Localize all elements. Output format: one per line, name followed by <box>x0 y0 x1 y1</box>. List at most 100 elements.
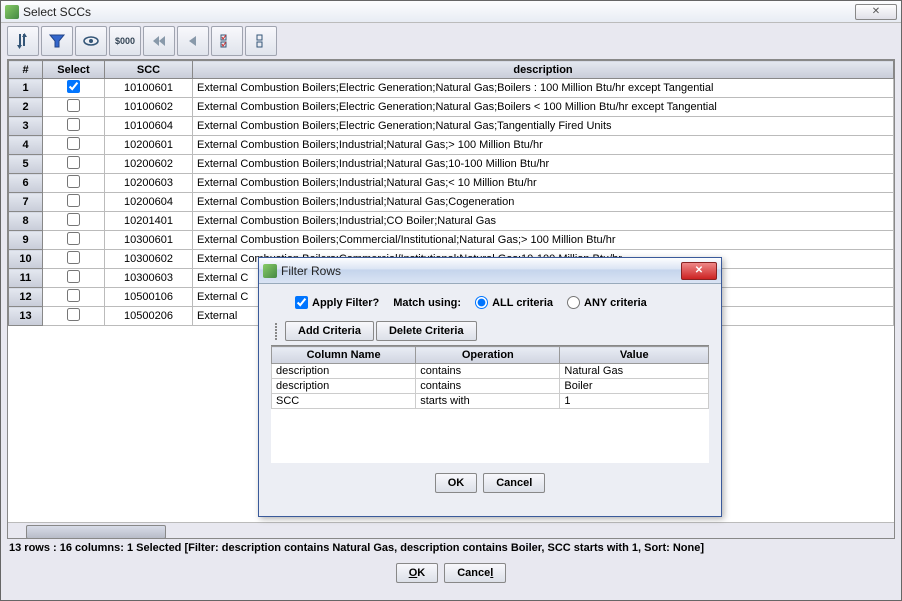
select-cell[interactable] <box>43 307 105 326</box>
dialog-close-button[interactable]: ✕ <box>681 262 717 280</box>
table-row[interactable]: 810201401External Combustion Boilers;Ind… <box>9 212 894 231</box>
app-icon <box>5 5 19 19</box>
delete-criteria-button[interactable]: Delete Criteria <box>376 321 477 341</box>
format-button[interactable]: $000 <box>109 26 141 56</box>
description-cell[interactable]: External Combustion Boilers;Commercial/I… <box>193 231 894 250</box>
row-checkbox[interactable] <box>67 99 80 112</box>
criteria-val-cell[interactable]: Boiler <box>560 379 709 394</box>
table-row[interactable]: 910300601External Combustion Boilers;Com… <box>9 231 894 250</box>
description-cell[interactable]: External Combustion Boilers;Industrial;N… <box>193 174 894 193</box>
row-checkbox[interactable] <box>67 194 80 207</box>
horizontal-scrollbar[interactable] <box>8 522 894 539</box>
scc-cell[interactable]: 10300602 <box>105 250 193 269</box>
deselect-all-button[interactable] <box>245 26 277 56</box>
scc-cell[interactable]: 10300603 <box>105 269 193 288</box>
select-cell[interactable] <box>43 288 105 307</box>
col-select-header[interactable]: Select <box>43 61 105 79</box>
close-button[interactable]: ✕ <box>855 4 897 20</box>
any-criteria-radio[interactable] <box>567 296 580 309</box>
scc-cell[interactable]: 10201401 <box>105 212 193 231</box>
select-cell[interactable] <box>43 174 105 193</box>
description-cell[interactable]: External Combustion Boilers;Electric Gen… <box>193 98 894 117</box>
scrollbar-thumb[interactable] <box>26 525 166 539</box>
col-num-header[interactable]: # <box>9 61 43 79</box>
row-checkbox[interactable] <box>67 289 80 302</box>
select-all-button[interactable] <box>211 26 243 56</box>
select-cell[interactable] <box>43 269 105 288</box>
add-criteria-button[interactable]: Add Criteria <box>285 321 374 341</box>
scc-cell[interactable]: 10200601 <box>105 136 193 155</box>
col-description-header[interactable]: description <box>193 61 894 79</box>
prev-page-button[interactable] <box>177 26 209 56</box>
row-checkbox[interactable] <box>67 80 80 93</box>
select-cell[interactable] <box>43 117 105 136</box>
criteria-name-cell[interactable]: description <box>272 379 416 394</box>
first-page-button[interactable] <box>143 26 175 56</box>
criteria-op-cell[interactable]: contains <box>416 379 560 394</box>
ok-button[interactable]: OK <box>396 563 439 583</box>
table-row[interactable]: 510200602External Combustion Boilers;Ind… <box>9 155 894 174</box>
description-cell[interactable]: External Combustion Boilers;Industrial;N… <box>193 193 894 212</box>
scc-cell[interactable]: 10100604 <box>105 117 193 136</box>
scc-cell[interactable]: 10500106 <box>105 288 193 307</box>
table-row[interactable]: 710200604External Combustion Boilers;Ind… <box>9 193 894 212</box>
all-criteria-radio[interactable] <box>475 296 488 309</box>
criteria-op-cell[interactable]: starts with <box>416 394 560 409</box>
table-row[interactable]: 310100604External Combustion Boilers;Ele… <box>9 117 894 136</box>
crit-col-val[interactable]: Value <box>560 347 709 364</box>
row-checkbox[interactable] <box>67 118 80 131</box>
row-checkbox[interactable] <box>67 213 80 226</box>
table-row[interactable]: 410200601External Combustion Boilers;Ind… <box>9 136 894 155</box>
toolbar: $000 <box>1 23 901 59</box>
dialog-cancel-button[interactable]: Cancel <box>483 473 545 493</box>
select-cell[interactable] <box>43 155 105 174</box>
criteria-name-cell[interactable]: description <box>272 364 416 379</box>
scc-cell[interactable]: 10200603 <box>105 174 193 193</box>
scc-cell[interactable]: 10300601 <box>105 231 193 250</box>
row-checkbox[interactable] <box>67 137 80 150</box>
sort-button[interactable] <box>7 26 39 56</box>
table-row[interactable]: 110100601External Combustion Boilers;Ele… <box>9 79 894 98</box>
criteria-row[interactable]: SCCstarts with1 <box>272 394 709 409</box>
description-cell[interactable]: External Combustion Boilers;Electric Gen… <box>193 117 894 136</box>
scc-cell[interactable]: 10100602 <box>105 98 193 117</box>
scc-cell[interactable]: 10500206 <box>105 307 193 326</box>
criteria-val-cell[interactable]: Natural Gas <box>560 364 709 379</box>
description-cell[interactable]: External Combustion Boilers;Industrial;C… <box>193 212 894 231</box>
description-cell[interactable]: External Combustion Boilers;Industrial;N… <box>193 155 894 174</box>
scc-cell[interactable]: 10100601 <box>105 79 193 98</box>
row-checkbox[interactable] <box>67 308 80 321</box>
select-cell[interactable] <box>43 250 105 269</box>
criteria-op-cell[interactable]: contains <box>416 364 560 379</box>
cancel-button[interactable]: Cancel <box>444 563 506 583</box>
criteria-name-cell[interactable]: SCC <box>272 394 416 409</box>
criteria-val-cell[interactable]: 1 <box>560 394 709 409</box>
description-cell[interactable]: External Combustion Boilers;Electric Gen… <box>193 79 894 98</box>
select-cell[interactable] <box>43 136 105 155</box>
row-checkbox[interactable] <box>67 232 80 245</box>
crit-col-op[interactable]: Operation <box>416 347 560 364</box>
table-row[interactable]: 210100602External Combustion Boilers;Ele… <box>9 98 894 117</box>
select-cell[interactable] <box>43 79 105 98</box>
table-row[interactable]: 610200603External Combustion Boilers;Ind… <box>9 174 894 193</box>
col-scc-header[interactable]: SCC <box>105 61 193 79</box>
description-cell[interactable]: External Combustion Boilers;Industrial;N… <box>193 136 894 155</box>
select-cell[interactable] <box>43 212 105 231</box>
crit-col-name[interactable]: Column Name <box>272 347 416 364</box>
row-checkbox[interactable] <box>67 175 80 188</box>
show-hide-button[interactable] <box>75 26 107 56</box>
dialog-app-icon <box>263 264 277 278</box>
scc-cell[interactable]: 10200602 <box>105 155 193 174</box>
row-checkbox[interactable] <box>67 156 80 169</box>
select-cell[interactable] <box>43 98 105 117</box>
row-checkbox[interactable] <box>67 251 80 264</box>
criteria-row[interactable]: descriptioncontainsNatural Gas <box>272 364 709 379</box>
select-cell[interactable] <box>43 231 105 250</box>
row-checkbox[interactable] <box>67 270 80 283</box>
scc-cell[interactable]: 10200604 <box>105 193 193 212</box>
criteria-row[interactable]: descriptioncontainsBoiler <box>272 379 709 394</box>
apply-filter-checkbox[interactable] <box>295 296 308 309</box>
filter-button[interactable] <box>41 26 73 56</box>
dialog-ok-button[interactable]: OK <box>435 473 478 493</box>
select-cell[interactable] <box>43 193 105 212</box>
